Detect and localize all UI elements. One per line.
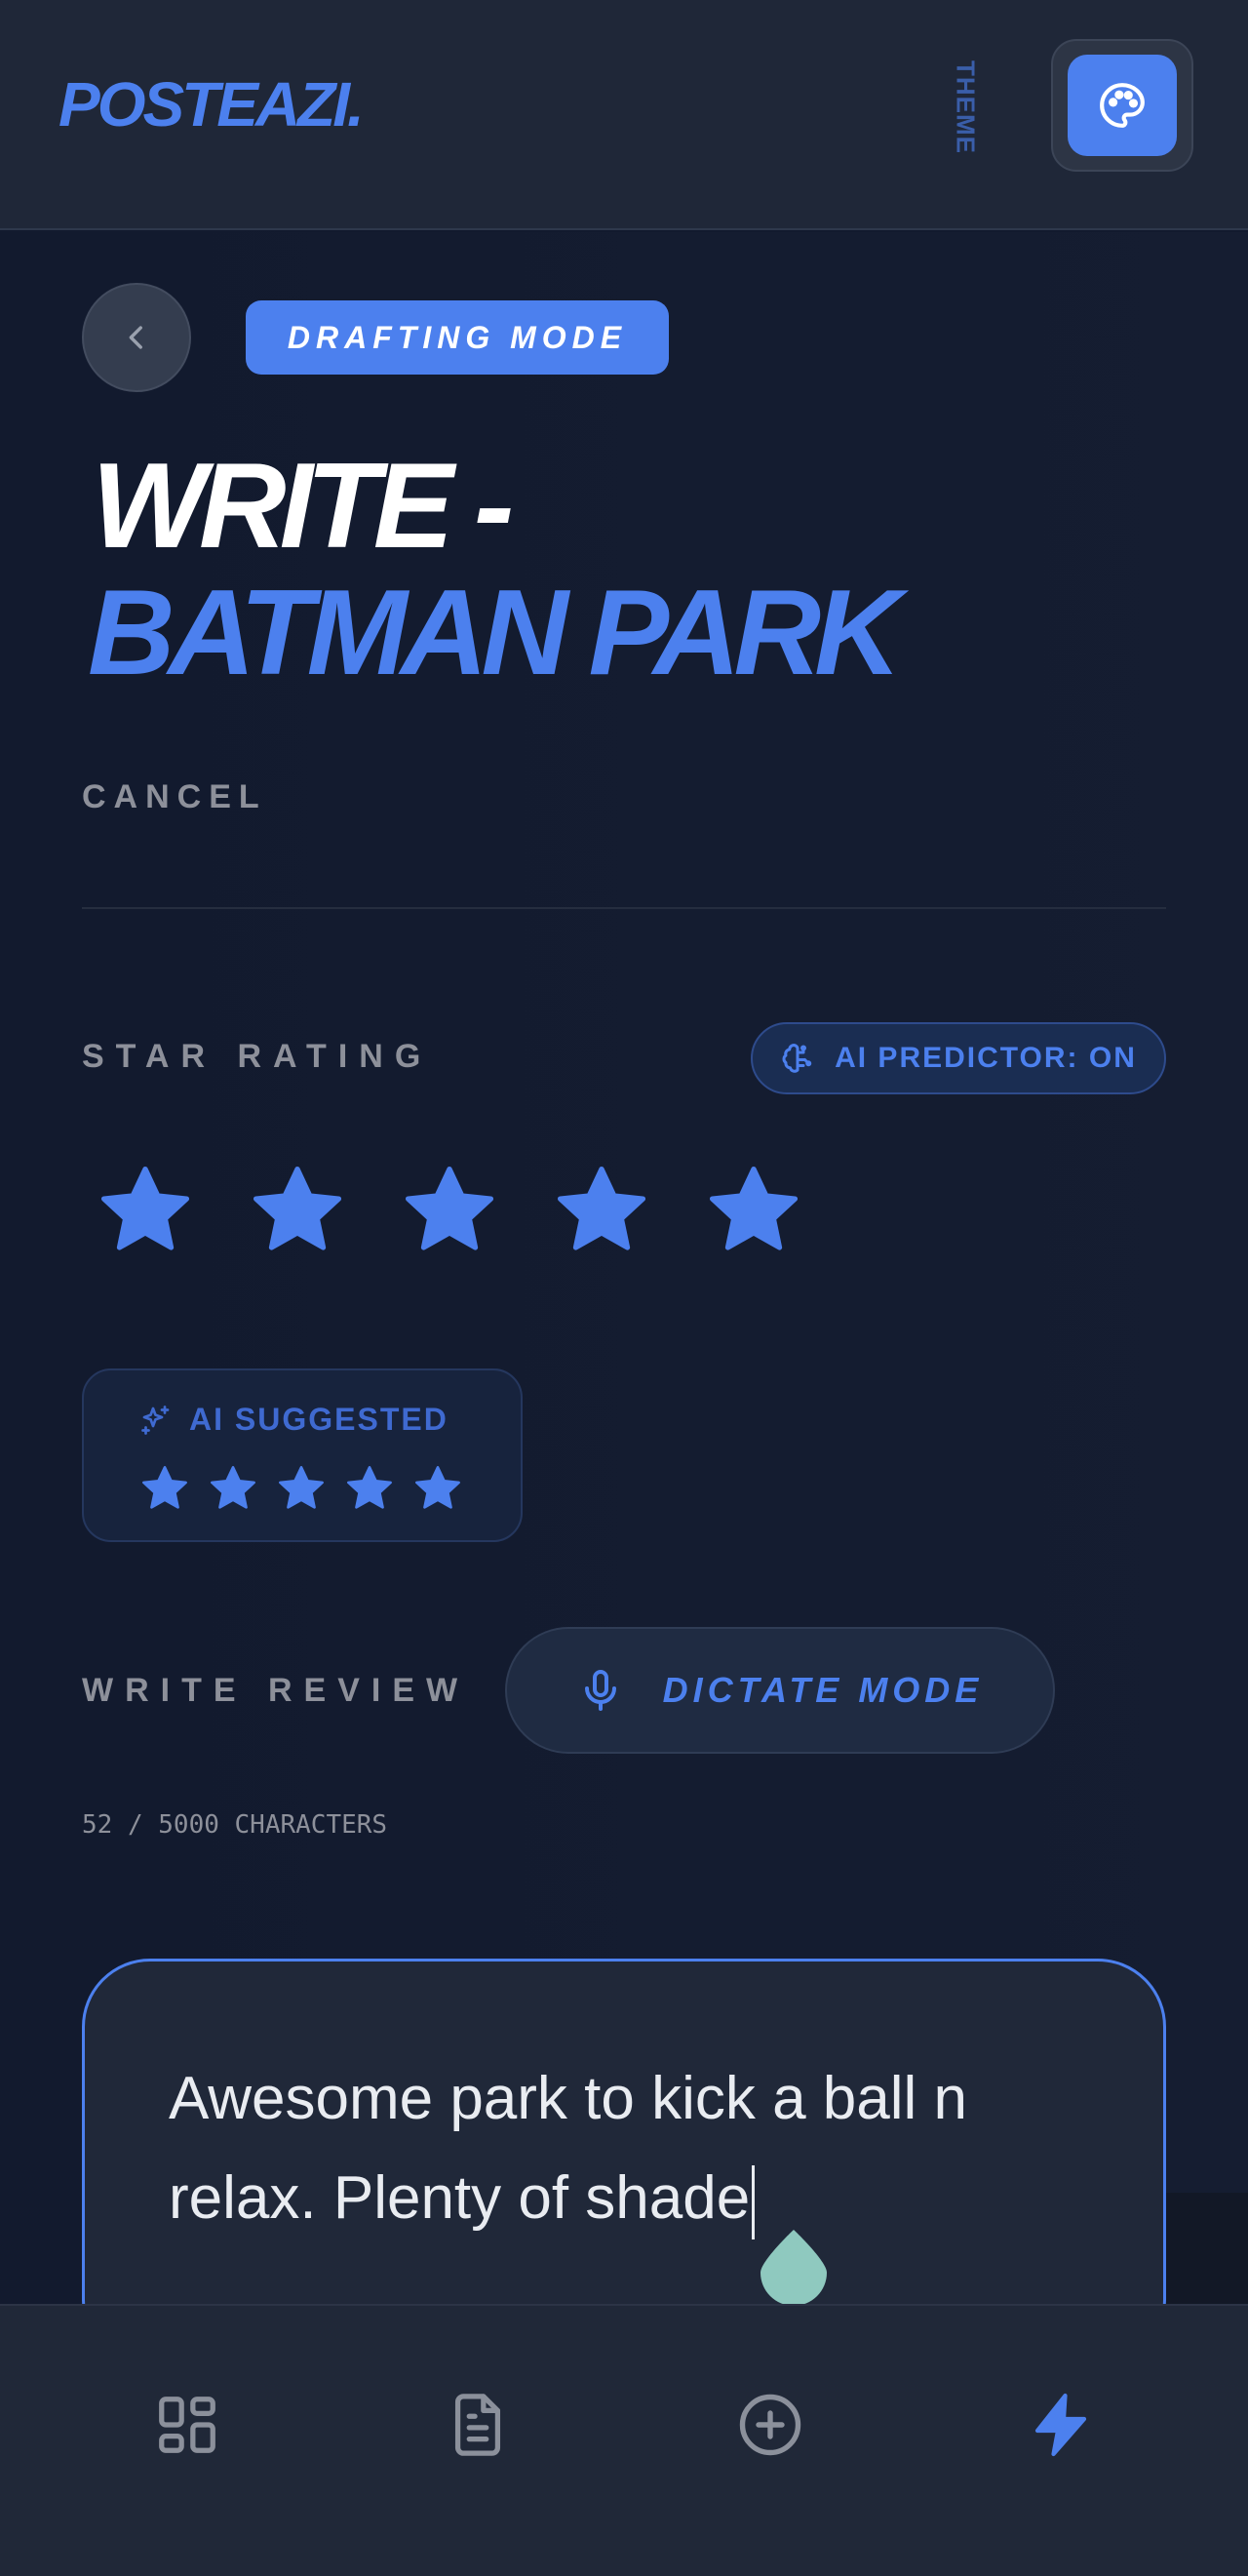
page-title-place: BATMAN PARK xyxy=(88,566,902,700)
mini-star-1-icon xyxy=(142,1466,187,1509)
theme-label: THEME xyxy=(951,60,981,154)
star-2-icon[interactable] xyxy=(246,1159,349,1262)
star-rating xyxy=(94,1159,805,1276)
chevron-left-icon xyxy=(129,326,142,349)
nav-dashboard[interactable] xyxy=(146,2384,228,2466)
star-5-icon[interactable] xyxy=(702,1159,805,1262)
back-button[interactable] xyxy=(82,283,191,392)
palette-icon xyxy=(1100,83,1145,128)
lightning-icon xyxy=(1034,2393,1087,2457)
theme-button[interactable] xyxy=(1068,55,1177,156)
document-icon xyxy=(454,2394,501,2456)
character-count: 52 / 5000 CHARACTERS xyxy=(82,1810,388,1840)
brain-icon xyxy=(782,1044,812,1073)
scroll-edge xyxy=(1166,2193,1248,2306)
nav-quick-actions[interactable] xyxy=(1020,2384,1102,2466)
nav-create[interactable] xyxy=(729,2384,811,2466)
star-1-icon[interactable] xyxy=(94,1159,197,1262)
star-rating-label: STAR RATING xyxy=(82,1038,433,1075)
sparkles-icon xyxy=(141,1405,170,1435)
ai-predictor-toggle[interactable]: AI PREDICTOR: ON xyxy=(751,1022,1166,1094)
ai-suggested-card[interactable]: AI SUGGESTED xyxy=(82,1368,523,1542)
ai-suggested-label: AI SUGGESTED xyxy=(189,1402,448,1437)
mini-star-2-icon xyxy=(211,1466,255,1509)
cancel-button[interactable]: CANCEL xyxy=(82,778,267,816)
app-logo[interactable]: POSTEAZI. xyxy=(58,68,365,140)
caret-handle-icon[interactable] xyxy=(759,2228,829,2306)
text-caret xyxy=(752,2164,756,2239)
nav-documents[interactable] xyxy=(437,2384,519,2466)
mini-star-5-icon xyxy=(415,1466,460,1509)
dictate-mode-label: DICTATE MODE xyxy=(662,1670,984,1710)
ai-suggested-stars xyxy=(138,1462,464,1515)
star-3-icon[interactable] xyxy=(398,1159,501,1262)
ai-suggested-header: AI SUGGESTED xyxy=(138,1402,448,1438)
star-4-icon[interactable] xyxy=(550,1159,653,1262)
divider xyxy=(82,907,1166,909)
theme-button-frame xyxy=(1051,39,1193,172)
grid-icon xyxy=(159,2397,215,2453)
write-review-label: WRITE REVIEW xyxy=(82,1672,470,1709)
review-editor: DRAFTING MODE WRITE - BATMAN PARK CANCEL… xyxy=(0,232,1248,2368)
app-header: POSTEAZI. THEME xyxy=(0,0,1248,230)
plus-circle-icon xyxy=(739,2394,801,2456)
page-title-prefix: WRITE - xyxy=(92,439,514,574)
bottom-navigation xyxy=(0,2304,1248,2576)
microphone-icon xyxy=(584,1670,616,1711)
dictate-mode-button[interactable]: DICTATE MODE xyxy=(505,1627,1055,1754)
mini-star-4-icon xyxy=(347,1466,392,1509)
ai-predictor-label: AI PREDICTOR: ON xyxy=(835,1042,1137,1074)
review-text: Awesome park to kick a ball n relax. Ple… xyxy=(169,2065,968,2232)
drafting-mode-badge: DRAFTING MODE xyxy=(246,300,669,375)
mini-star-3-icon xyxy=(279,1466,324,1509)
